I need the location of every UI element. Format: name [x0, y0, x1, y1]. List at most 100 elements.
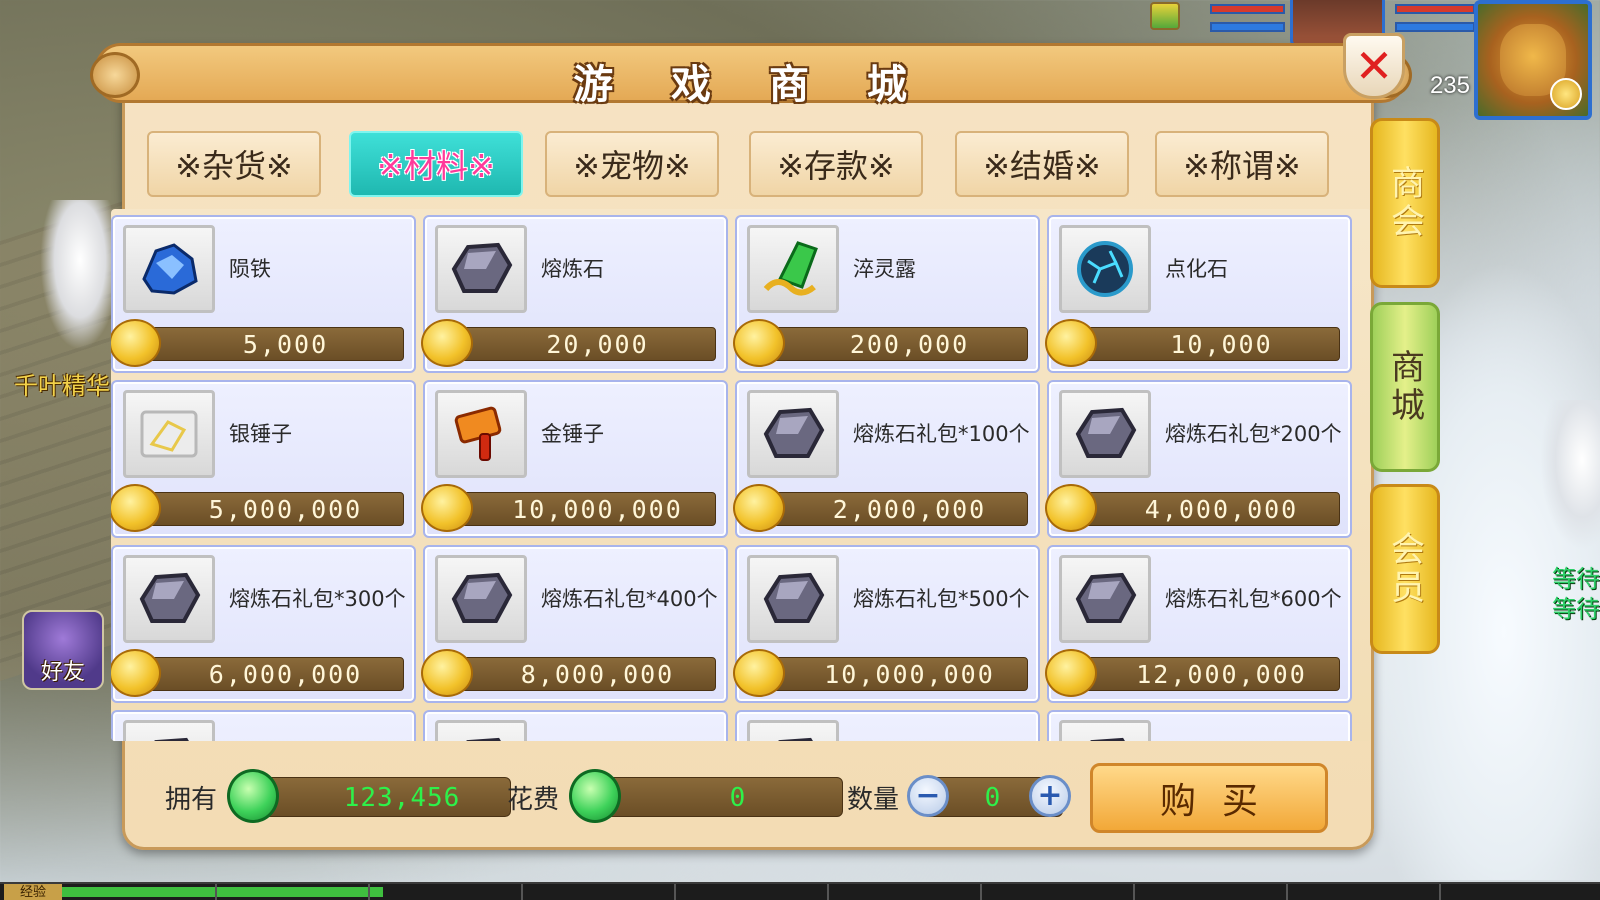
item-name: 点化石 [1165, 257, 1228, 281]
waiting-text: 等待 等待 [1552, 564, 1600, 624]
exp-tick [674, 884, 676, 900]
shop-panel: 游 戏 商 城 ✕ ※杂货※ ※材料※ ※宠物※ ※存款※ ※结婚※ ※称谓※ 陨铁 5,0… [90, 33, 1412, 850]
item-name: 熔炼石礼包*300个 [229, 587, 406, 611]
quantity-increase-button[interactable]: + [1029, 775, 1071, 817]
player-hp-bar [1395, 4, 1475, 14]
smelting-stone-icon [1059, 390, 1151, 478]
shop-item-card[interactable] [735, 710, 1040, 741]
item-price: 12,000,000 [1136, 660, 1307, 689]
quantity-label: 数量 [847, 785, 900, 815]
pet-hp-bar [1210, 4, 1285, 14]
pet-status-bars [1210, 4, 1285, 40]
shop-item-card[interactable]: 熔炼石礼包*300个 6,000,000 [111, 545, 416, 703]
item-grid-viewport[interactable]: 陨铁 5,000 熔炼石 20,000 淬灵露 200,000 点化石 10,000 银锤子 5,… [111, 209, 1371, 741]
npc-figure-right[interactable] [1540, 400, 1600, 550]
smelting-stone-icon [123, 555, 215, 643]
panel-header: 游 戏 商 城 [90, 43, 1412, 108]
gold-coin-icon [421, 484, 473, 532]
item-name: 熔炼石礼包*200个 [1165, 422, 1342, 446]
gear-badge-icon[interactable] [1550, 78, 1582, 110]
gold-coin-icon [421, 319, 473, 367]
waiting-text-1: 等待 [1552, 565, 1600, 593]
buff-icon[interactable] [1150, 2, 1180, 30]
tab-2[interactable]: ※宠物※ [545, 131, 719, 197]
waiting-text-2: 等待 [1552, 595, 1600, 623]
smelting-stone-icon [747, 390, 839, 478]
close-button[interactable]: ✕ [1343, 33, 1405, 99]
shop-item-card[interactable]: 熔炼石礼包*400个 8,000,000 [421, 545, 728, 703]
gold-coin-icon [111, 649, 161, 697]
item-price: 2,000,000 [832, 495, 987, 524]
item-name: 熔炼石礼包*500个 [853, 587, 1030, 611]
gold-coin-icon [1045, 319, 1097, 367]
smelting-stone-icon [1059, 720, 1151, 741]
tab-1[interactable]: ※材料※ [349, 131, 523, 197]
player-portrait[interactable] [1474, 0, 1592, 120]
owned-value: 123,456 [343, 783, 461, 813]
tab-0[interactable]: ※杂货※ [147, 131, 321, 197]
shop-item-card[interactable]: 熔炼石 20,000 [421, 215, 728, 373]
item-price-bar: 2,000,000 [767, 492, 1028, 526]
close-icon: ✕ [1354, 39, 1394, 93]
npc-figure[interactable] [40, 200, 120, 350]
exp-label: 经验 [4, 884, 62, 900]
buy-button[interactable]: 购买 [1090, 763, 1328, 833]
shop-item-card[interactable]: 熔炼石礼包*100个 2,000,000 [733, 380, 1040, 538]
pet-mp-bar [1210, 22, 1285, 32]
tab-3[interactable]: ※存款※ [749, 131, 923, 197]
smelting-stone-icon [435, 720, 527, 741]
item-price: 5,000,000 [208, 495, 363, 524]
item-price: 200,000 [849, 330, 970, 359]
shop-item-card[interactable]: 熔炼石礼包*500个 10,000,000 [733, 545, 1040, 703]
item-price: 8,000,000 [520, 660, 675, 689]
item-price-bar: 10,000,000 [455, 492, 716, 526]
exp-tick [215, 884, 217, 900]
item-price: 10,000,000 [512, 495, 683, 524]
item-price: 5,000 [242, 330, 329, 359]
gold-coin-icon [1045, 484, 1097, 532]
shop-item-card[interactable] [423, 710, 728, 741]
item-price: 10,000 [1170, 330, 1273, 359]
exp-bar: 经验 [0, 882, 1600, 900]
item-name: 淬灵露 [853, 257, 916, 281]
exp-tick [827, 884, 829, 900]
shop-item-card[interactable]: 淬灵露 200,000 [733, 215, 1040, 373]
shop-item-card[interactable]: 熔炼石礼包*600个 12,000,000 [1045, 545, 1352, 703]
player-mp-bar [1395, 22, 1475, 32]
tab-4[interactable]: ※结婚※ [955, 131, 1129, 197]
item-price: 10,000,000 [824, 660, 995, 689]
shop-item-card[interactable]: 银锤子 5,000,000 [111, 380, 416, 538]
side-tab-2[interactable]: 会员 [1370, 484, 1440, 654]
shop-item-card[interactable] [111, 710, 416, 741]
smelting-stone-icon [747, 720, 839, 741]
smelting-stone-icon [1059, 555, 1151, 643]
silver-hammer-icon [123, 390, 215, 478]
quantity-decrease-button[interactable]: − [907, 775, 949, 817]
gold-coin-icon [733, 319, 785, 367]
shop-item-card[interactable]: 熔炼石礼包*200个 4,000,000 [1045, 380, 1352, 538]
category-tabs: ※杂货※ ※材料※ ※宠物※ ※存款※ ※结婚※ ※称谓※ [147, 131, 1337, 199]
npc-name: 千叶精华 [14, 372, 110, 400]
exp-tick [980, 884, 982, 900]
side-tab-0[interactable]: 商会 [1370, 118, 1440, 288]
shop-item-card[interactable]: 金锤子 10,000,000 [421, 380, 728, 538]
shop-item-card[interactable]: 点化石 10,000 [1045, 215, 1352, 373]
exp-tick [368, 884, 370, 900]
panel-title: 游 戏 商 城 [573, 62, 929, 108]
enlighten-stone-icon [1059, 225, 1151, 313]
friends-button[interactable]: 好友 [22, 610, 104, 690]
item-price-bar: 10,000 [1079, 327, 1340, 361]
side-tab-1[interactable]: 商城 [1370, 302, 1440, 472]
plus-icon: + [1037, 778, 1063, 813]
item-name: 金锤子 [541, 422, 604, 446]
item-price-bar: 4,000,000 [1079, 492, 1340, 526]
tab-5[interactable]: ※称谓※ [1155, 131, 1329, 197]
item-price: 6,000,000 [208, 660, 363, 689]
item-price-bar: 20,000 [455, 327, 716, 361]
shop-item-card[interactable]: 陨铁 5,000 [111, 215, 416, 373]
jade-currency-icon [569, 769, 621, 823]
jade-currency-icon [227, 769, 279, 823]
gold-coin-icon [111, 484, 161, 532]
exp-fill [62, 887, 383, 897]
shop-item-card[interactable] [1047, 710, 1352, 741]
